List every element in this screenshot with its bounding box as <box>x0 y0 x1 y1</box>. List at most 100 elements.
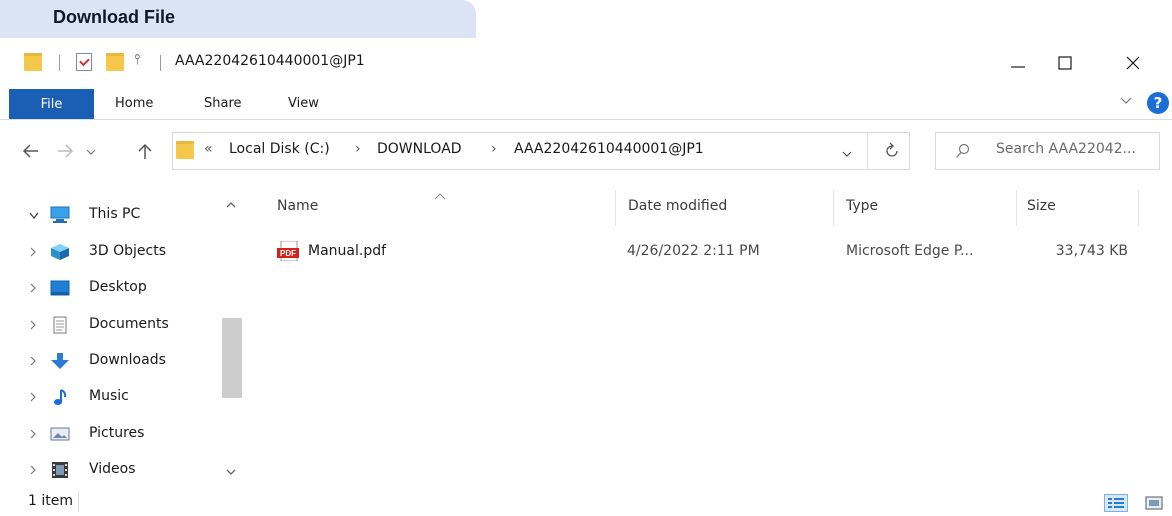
address-history-button[interactable] <box>841 148 853 164</box>
help-icon[interactable]: ? <box>1147 92 1169 114</box>
chevron-right-icon[interactable] <box>28 391 38 403</box>
column-divider[interactable] <box>615 190 616 226</box>
column-divider[interactable] <box>833 190 834 226</box>
breadcrumb-local-disk[interactable]: Local Disk (C:) <box>229 141 330 157</box>
ribbon-divider <box>0 119 1172 120</box>
folder-icon <box>24 53 42 71</box>
file-date-modified: 4/26/2022 2:11 PM <box>627 243 760 259</box>
breadcrumb-current-folder[interactable]: AAA22042610440001@JP1 <box>514 141 704 157</box>
breadcrumb-separator[interactable]: › <box>355 141 361 157</box>
window-title: AAA22042610440001@JP1 <box>175 53 365 69</box>
scrollbar-thumb[interactable] <box>222 318 242 398</box>
minimize-icon <box>1011 66 1025 68</box>
search-placeholder: Search AAA22042... <box>996 141 1136 157</box>
refresh-icon <box>886 142 898 157</box>
close-button[interactable] <box>1110 46 1156 80</box>
recent-locations-button[interactable] <box>85 146 97 162</box>
title-separator <box>160 55 161 71</box>
scroll-down-button[interactable] <box>225 465 237 481</box>
column-divider[interactable] <box>1016 190 1017 226</box>
large-icons-view-icon <box>1145 496 1163 510</box>
nav-label: Music <box>89 388 129 404</box>
pc-icon <box>50 206 70 223</box>
details-view-button[interactable] <box>1104 494 1128 512</box>
cube-icon <box>51 244 69 260</box>
close-icon <box>1126 56 1140 70</box>
scroll-up-button[interactable] <box>225 198 237 214</box>
nav-label: Pictures <box>89 425 145 441</box>
forward-arrow-icon <box>58 144 74 158</box>
download-arrow-icon <box>51 353 69 369</box>
folder-icon <box>176 141 194 159</box>
music-note-icon <box>54 389 67 405</box>
new-folder-icon[interactable] <box>106 53 124 71</box>
up-arrow-icon <box>138 143 152 159</box>
tab-share[interactable]: Share <box>204 96 242 111</box>
nav-item-downloads[interactable]: Downloads <box>0 344 218 380</box>
nav-item-this-pc[interactable]: This PC <box>0 198 218 234</box>
customize-toolbar-icon[interactable]: ⫯ <box>134 52 140 68</box>
column-header-date-modified[interactable]: Date modified <box>628 198 727 214</box>
forward-button[interactable] <box>56 143 74 163</box>
chevron-right-icon[interactable] <box>28 355 38 367</box>
tab-view[interactable]: View <box>288 96 319 111</box>
file-name[interactable]: Manual.pdf <box>308 243 386 259</box>
expand-ribbon-button[interactable] <box>1119 94 1133 112</box>
nav-label: Videos <box>89 461 136 477</box>
nav-item-music[interactable]: Music <box>0 380 218 416</box>
minimize-button[interactable] <box>995 46 1041 80</box>
properties-icon[interactable] <box>76 53 92 71</box>
column-header-size[interactable]: Size <box>1027 198 1056 214</box>
column-divider[interactable] <box>1138 190 1139 226</box>
address-divider <box>867 132 868 170</box>
nav-item-desktop[interactable]: Desktop <box>0 271 218 307</box>
breadcrumb-download[interactable]: DOWNLOAD <box>377 141 462 157</box>
nav-item-documents[interactable]: Documents <box>0 308 218 344</box>
document-icon <box>53 316 67 334</box>
up-button[interactable] <box>137 142 153 164</box>
chevron-right-icon[interactable] <box>28 464 38 476</box>
nav-label: 3D Objects <box>89 243 167 259</box>
maximize-button[interactable] <box>1042 46 1088 80</box>
tab-file[interactable]: File <box>9 89 94 119</box>
overflow-crumbs-button[interactable]: « <box>204 141 213 157</box>
chevron-right-icon[interactable] <box>28 282 38 294</box>
breadcrumb-separator[interactable]: › <box>491 141 497 157</box>
search-icon <box>955 143 971 163</box>
film-icon <box>52 462 68 478</box>
column-header-name[interactable]: Name <box>277 198 318 214</box>
back-arrow-icon <box>22 144 38 158</box>
picture-icon <box>50 427 70 441</box>
chevron-down-icon <box>226 469 236 475</box>
chevron-right-icon[interactable] <box>28 246 38 258</box>
chevron-right-icon[interactable] <box>28 319 38 331</box>
maximize-icon <box>1058 56 1072 70</box>
file-size: 33,743 KB <box>1055 243 1128 259</box>
column-header-type[interactable]: Type <box>846 198 878 214</box>
chevron-down-icon <box>842 151 852 157</box>
refresh-button[interactable] <box>884 141 900 163</box>
nav-item-videos[interactable]: Videos <box>0 453 218 489</box>
sort-ascending-icon <box>434 188 446 204</box>
toolbar-separator <box>59 55 60 71</box>
chevron-right-icon[interactable] <box>28 428 38 440</box>
pdf-icon: PDF <box>277 241 299 261</box>
caption-title: Download File <box>53 7 176 27</box>
chevron-down-icon <box>86 149 96 155</box>
details-view-icon <box>1108 498 1124 508</box>
chevron-down-icon <box>1120 97 1132 104</box>
status-item-count: 1 item <box>28 493 73 509</box>
nav-label: Documents <box>89 316 169 332</box>
nav-item-3d-objects[interactable]: 3D Objects <box>0 235 218 271</box>
chevron-down-icon[interactable] <box>28 211 40 221</box>
svg-text:PDF: PDF <box>280 249 296 258</box>
status-divider <box>78 490 79 512</box>
large-icons-view-button[interactable] <box>1143 494 1165 512</box>
nav-item-pictures[interactable]: Pictures <box>0 417 218 453</box>
nav-label: Downloads <box>89 352 166 368</box>
back-button[interactable] <box>22 143 40 163</box>
nav-label: This PC <box>89 206 141 222</box>
chevron-up-icon <box>226 202 236 208</box>
tab-home[interactable]: Home <box>115 96 153 111</box>
nav-label: Desktop <box>89 279 147 295</box>
